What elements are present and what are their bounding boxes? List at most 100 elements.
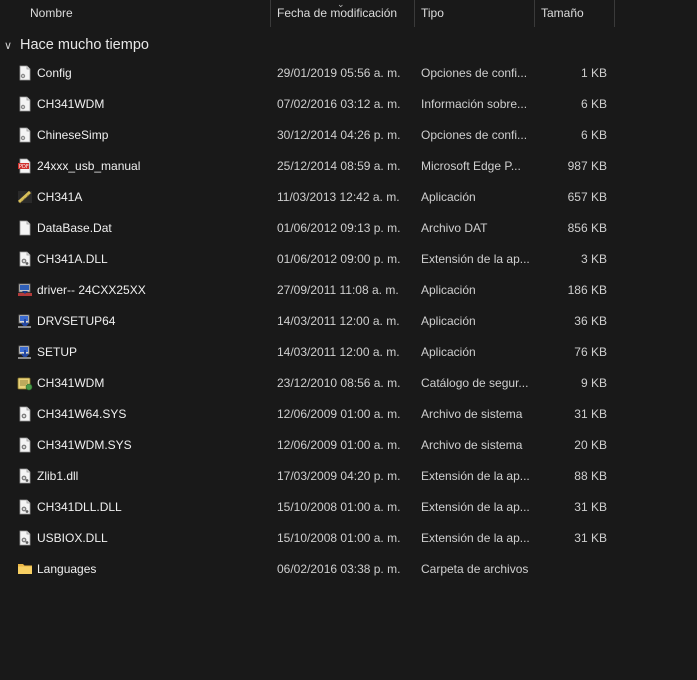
file-type: Opciones de confi... — [421, 66, 528, 80]
column-header-size[interactable]: Tamaño — [535, 0, 615, 27]
setup-app-icon — [17, 344, 33, 360]
file-date: 07/02/2016 03:12 a. m. — [277, 97, 401, 111]
column-header-name[interactable]: Nombre — [24, 0, 271, 27]
file-type: Extensión de la ap... — [421, 500, 530, 514]
file-size: 856 KB — [567, 221, 607, 235]
file-size: 31 KB — [574, 531, 607, 545]
settings-file-icon — [17, 65, 33, 81]
file-type: Microsoft Edge P... — [421, 159, 521, 173]
column-header-bar: Nombre Fecha de modificación ⌄ Tipo Tama… — [0, 0, 697, 27]
file-name: Zlib1.dll — [37, 469, 79, 483]
group-label: Hace mucho tiempo — [20, 37, 149, 53]
file-type: Extensión de la ap... — [421, 531, 530, 545]
security-catalog-icon — [17, 375, 33, 391]
file-row[interactable]: CH341A.DLL 01/06/2012 09:00 p. m. Extensió… — [0, 244, 697, 275]
settings-file-icon — [17, 127, 33, 143]
file-row[interactable]: DataBase.Dat 01/06/2012 09:13 p. m. Archiv… — [0, 213, 697, 244]
file-row[interactable]: Config 29/01/2019 05:56 a. m. Opciones de … — [0, 58, 697, 89]
file-row[interactable]: USBIOX.DLL 15/10/2008 01:00 a. m. Extensió… — [0, 523, 697, 554]
file-name: CH341W64.SYS — [37, 407, 127, 421]
installer-app-icon — [17, 282, 33, 298]
file-date: 06/02/2016 03:38 p. m. — [277, 562, 401, 576]
dll-file-icon — [17, 251, 33, 267]
file-size: 9 KB — [580, 376, 607, 390]
svg-text:PDF: PDF — [19, 164, 29, 170]
file-size: 36 KB — [574, 314, 607, 328]
file-size: 6 KB — [580, 97, 607, 111]
file-size: 6 KB — [580, 128, 607, 142]
file-row[interactable]: Languages 06/02/2016 03:38 p. m. Carpeta d… — [0, 554, 697, 585]
file-size: 1 KB — [580, 66, 607, 80]
file-row[interactable]: CH341WDM 23/12/2010 08:56 a. m. Catálogo d… — [0, 368, 697, 399]
sort-caret-icon: ⌄ — [337, 0, 345, 9]
file-date: 17/03/2009 04:20 p. m. — [277, 469, 401, 483]
file-name: CH341A — [37, 190, 83, 204]
file-name: DRVSETUP64 — [37, 314, 116, 328]
file-date: 23/12/2010 08:56 a. m. — [277, 376, 401, 390]
file-size: 31 KB — [574, 500, 607, 514]
dll-file-icon — [17, 530, 33, 546]
file-row[interactable]: CH341W64.SYS 12/06/2009 01:00 a. m. Archiv… — [0, 399, 697, 430]
file-type: Extensión de la ap... — [421, 469, 530, 483]
file-size: 657 KB — [567, 190, 607, 204]
file-row[interactable]: ChineseSimp 30/12/2014 04:26 p. m. Opcione… — [0, 120, 697, 151]
column-header-type[interactable]: Tipo — [415, 0, 535, 27]
file-row[interactable]: SETUP 14/03/2011 12:00 a. m. Aplicación 76 … — [0, 337, 697, 368]
file-date: 14/03/2011 12:00 a. m. — [277, 314, 400, 328]
file-date: 01/06/2012 09:13 p. m. — [277, 221, 401, 235]
file-name: CH341A.DLL — [37, 252, 108, 266]
chip-app-icon — [17, 189, 33, 205]
file-name: CH341WDM.SYS — [37, 438, 132, 452]
file-size: 20 KB — [574, 438, 607, 452]
file-size: 3 KB — [580, 252, 607, 266]
file-name: driver-- 24CXX25XX — [37, 283, 146, 297]
file-name: SETUP — [37, 345, 78, 359]
dll-file-icon — [17, 468, 33, 484]
file-date: 29/01/2019 05:56 a. m. — [277, 66, 401, 80]
file-size: 76 KB — [574, 345, 607, 359]
file-type: Extensión de la ap... — [421, 252, 530, 266]
file-date: 30/12/2014 04:26 p. m. — [277, 128, 401, 142]
file-type: Archivo de sistema — [421, 438, 523, 452]
file-name: CH341WDM — [37, 376, 105, 390]
file-name: CH341WDM — [37, 97, 105, 111]
blank-file-icon — [17, 220, 33, 236]
file-date: 25/12/2014 08:59 a. m. — [277, 159, 401, 173]
settings-file-icon — [17, 96, 33, 112]
file-row[interactable]: PDF 24xxx_usb_manual 25/12/2014 08:59 a. m… — [0, 151, 697, 182]
dll-file-icon — [17, 499, 33, 515]
file-date: 15/10/2008 01:00 a. m. — [277, 531, 401, 545]
file-row[interactable]: DRVSETUP64 14/03/2011 12:00 a. m. Aplicaci… — [0, 306, 697, 337]
file-type: Aplicación — [421, 190, 476, 204]
file-type: Archivo de sistema — [421, 407, 523, 421]
file-size: 987 KB — [567, 159, 607, 173]
file-size: 31 KB — [574, 407, 607, 421]
file-type: Archivo DAT — [421, 221, 488, 235]
file-row[interactable]: CH341A 11/03/2013 12:42 a. m. Aplicación 65… — [0, 182, 697, 213]
file-date: 12/06/2009 01:00 a. m. — [277, 407, 401, 421]
system-file-icon — [17, 406, 33, 422]
folder-icon — [17, 561, 33, 577]
setup-app-icon — [17, 313, 33, 329]
file-row[interactable]: driver-- 24CXX25XX 27/09/2011 11:08 a. m.… — [0, 275, 697, 306]
chevron-down-icon[interactable]: ∨ — [4, 36, 18, 56]
file-date: 14/03/2011 12:00 a. m. — [277, 345, 400, 359]
file-size: 88 KB — [574, 469, 607, 483]
file-row[interactable]: CH341DLL.DLL 15/10/2008 01:00 a. m. Extens… — [0, 492, 697, 523]
file-row[interactable]: Zlib1.dll 17/03/2009 04:20 p. m. Extensión… — [0, 461, 697, 492]
file-name: Config — [37, 66, 72, 80]
file-type: Aplicación — [421, 283, 476, 297]
file-name: DataBase.Dat — [37, 221, 112, 235]
file-type: Aplicación — [421, 314, 476, 328]
group-header[interactable]: ∨ Hace mucho tiempo — [4, 35, 149, 55]
file-name: CH341DLL.DLL — [37, 500, 122, 514]
file-date: 15/10/2008 01:00 a. m. — [277, 500, 401, 514]
file-type: Catálogo de segur... — [421, 376, 529, 390]
file-row[interactable]: CH341WDM.SYS 12/06/2009 01:00 a. m. Archiv… — [0, 430, 697, 461]
pdf-file-icon: PDF — [17, 158, 33, 174]
file-type: Carpeta de archivos — [421, 562, 529, 576]
file-row[interactable]: CH341WDM 07/02/2016 03:12 a. m. Informació… — [0, 89, 697, 120]
file-date: 27/09/2011 11:08 a. m. — [277, 283, 399, 297]
file-name: USBIOX.DLL — [37, 531, 108, 545]
file-type: Opciones de confi... — [421, 128, 528, 142]
